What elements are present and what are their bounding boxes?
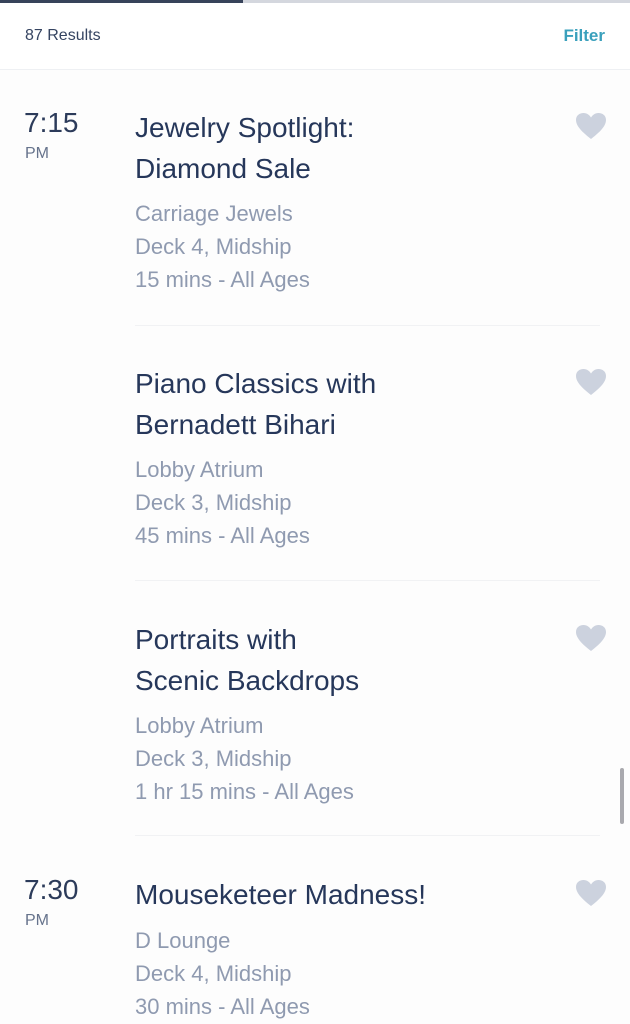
event-time: 7:30 — [24, 874, 79, 905]
event-title[interactable]: Jewelry Spotlight: Diamond Sale — [135, 107, 535, 189]
event-title-line: Piano Classics with — [135, 368, 377, 399]
separator — [135, 580, 600, 581]
event-title-line: Bernadett Bihari — [135, 409, 336, 440]
event-details: Carriage Jewels Deck 4, Midship 15 mins … — [135, 197, 555, 296]
event-location: Deck 3, Midship — [135, 746, 292, 771]
event-title-line: Jewelry Spotlight: — [135, 112, 355, 143]
event-location: Deck 4, Midship — [135, 234, 292, 259]
event-location: Deck 3, Midship — [135, 490, 292, 515]
event-duration: 15 mins - All Ages — [135, 267, 310, 292]
heart-icon[interactable] — [575, 624, 607, 652]
event-title[interactable]: Piano Classics with Bernadett Bihari — [135, 363, 535, 445]
scrollbar[interactable] — [620, 768, 624, 824]
results-header: 87 Results Filter — [0, 3, 630, 70]
results-count: 87 Results — [25, 27, 101, 44]
event-title-line: Scenic Backdrops — [135, 665, 360, 696]
event-venue: Lobby Atrium — [135, 457, 264, 482]
event-title[interactable]: Mouseketeer Madness! — [135, 874, 535, 915]
heart-icon[interactable] — [575, 879, 607, 907]
event-title-line: Mouseketeer Madness! — [135, 879, 427, 910]
event-venue: Carriage Jewels — [135, 201, 293, 226]
heart-icon[interactable] — [575, 112, 607, 140]
event-duration: 1 hr 15 mins - All Ages — [135, 779, 354, 804]
event-details: Lobby Atrium Deck 3, Midship 45 mins - A… — [135, 453, 555, 552]
heart-icon[interactable] — [575, 368, 607, 396]
event-details: D Lounge Deck 4, Midship 30 mins - All A… — [135, 924, 555, 1023]
event-title[interactable]: Portraits with Scenic Backdrops — [135, 619, 535, 701]
separator — [135, 835, 600, 836]
event-details: Lobby Atrium Deck 3, Midship 1 hr 15 min… — [135, 709, 555, 808]
event-location: Deck 4, Midship — [135, 961, 292, 986]
event-venue: D Lounge — [135, 928, 231, 953]
event-time: 7:15 — [24, 107, 79, 138]
event-venue: Lobby Atrium — [135, 713, 264, 738]
filter-button[interactable]: Filter — [563, 26, 605, 46]
event-duration: 30 mins - All Ages — [135, 994, 310, 1019]
event-title-line: Diamond Sale — [135, 153, 311, 184]
event-title-line: Portraits with — [135, 624, 297, 655]
separator — [135, 325, 600, 326]
event-duration: 45 mins - All Ages — [135, 523, 310, 548]
event-ampm: PM — [25, 912, 49, 929]
event-ampm: PM — [25, 145, 49, 162]
